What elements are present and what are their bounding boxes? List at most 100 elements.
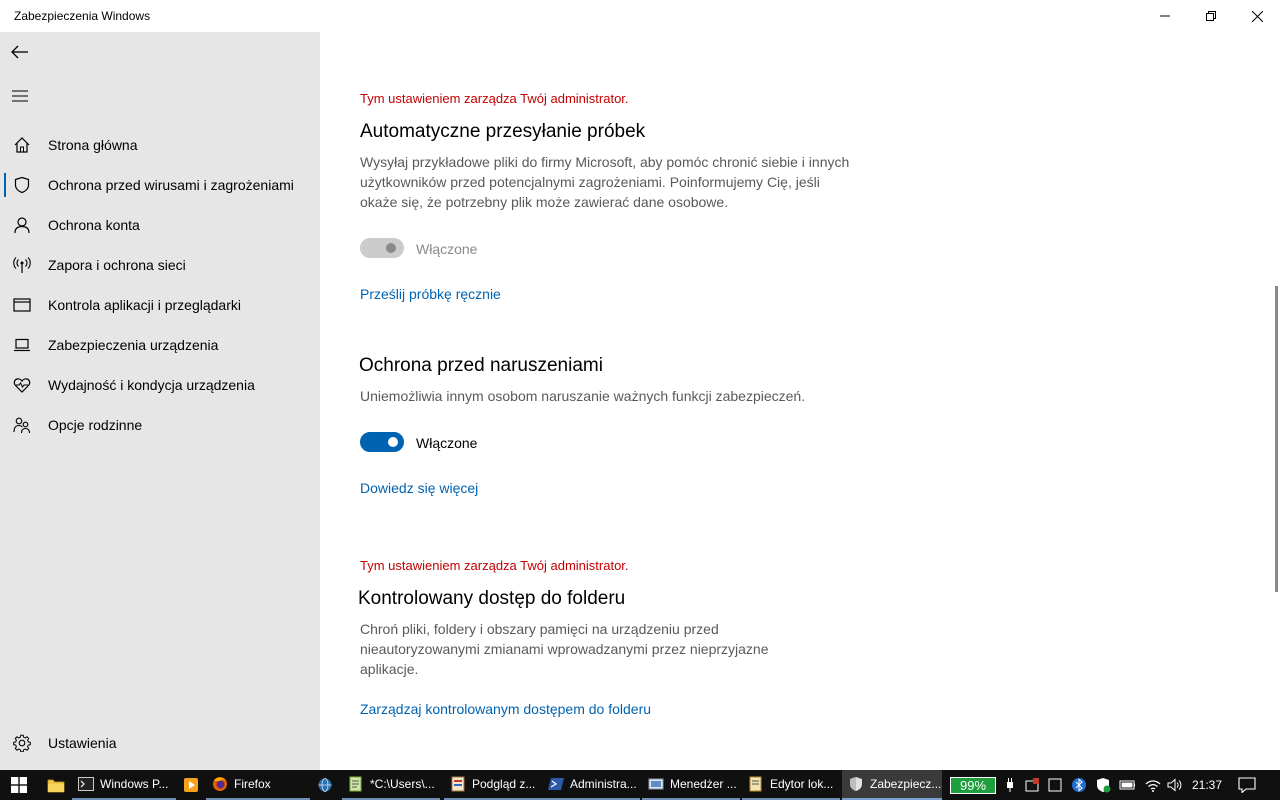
sidebar-item-label: Strona główna <box>48 137 138 153</box>
back-arrow-icon <box>11 45 28 59</box>
windows-logo-icon <box>11 777 27 793</box>
network-adapter-icon[interactable] <box>1024 777 1040 793</box>
pinned-app-taskbar-button[interactable] <box>314 770 336 800</box>
close-button[interactable] <box>1234 0 1280 32</box>
notepad-icon <box>349 776 362 792</box>
taskbar-app-label: Firefox <box>234 777 271 791</box>
title-bar: Zabezpieczenia Windows <box>0 0 1280 32</box>
sidebar-item-label: Zapora i ochrona sieci <box>48 257 186 273</box>
security-window: Zabezpieczenia Windows Strona główna Och… <box>0 0 1280 770</box>
start-button[interactable] <box>0 770 38 800</box>
restore-icon <box>1206 11 1216 21</box>
scrollbar-thumb[interactable] <box>1275 286 1278 592</box>
taskbar-app-windows-security[interactable]: Zabezpiecz... <box>842 770 942 800</box>
sidebar-item-home[interactable]: Strona główna <box>0 125 320 165</box>
hamburger-icon <box>12 90 28 102</box>
sidebar-item-app-browser-control[interactable]: Kontrola aplikacji i przeglądarki <box>0 285 320 325</box>
sidebar-item-label: Zabezpieczenia urządzenia <box>48 337 219 353</box>
notification-icon <box>1238 777 1256 793</box>
window-title: Zabezpieczenia Windows <box>14 9 151 23</box>
minimize-button[interactable] <box>1142 0 1188 32</box>
battery-indicator[interactable]: 99% <box>950 777 996 794</box>
terminal-icon <box>78 777 94 791</box>
taskbar-app-label: Windows P... <box>100 777 169 791</box>
battery-tray-icon[interactable] <box>1119 777 1135 793</box>
hamburger-menu-button[interactable] <box>8 84 32 108</box>
file-explorer-taskbar-button[interactable] <box>44 770 68 800</box>
taskbar-app-label: Menedżer ... <box>670 777 737 791</box>
admin-managed-note: Tym ustawieniem zarządza Twój administra… <box>360 91 629 106</box>
sample-submission-toggle-label: Włączone <box>416 241 478 257</box>
sidebar-item-virus-protection[interactable]: Ochrona przed wirusami i zagrożeniami <box>0 165 320 205</box>
sidebar-item-family-options[interactable]: Opcje rodzinne <box>0 405 320 445</box>
taskbar-app-label: Podgląd z... <box>472 777 536 791</box>
antenna-icon <box>12 255 32 275</box>
taskbar-app-local-editor[interactable]: Edytor lok... <box>742 770 840 800</box>
security-shield-icon <box>850 777 862 791</box>
clock[interactable]: 21:37 <box>1192 778 1222 792</box>
firefox-icon <box>213 777 227 791</box>
plug-icon[interactable] <box>1002 777 1018 793</box>
restore-button[interactable] <box>1188 0 1234 32</box>
sidebar-item-label: Ochrona przed wirusami i zagrożeniami <box>48 177 294 193</box>
taskbar-app-manager[interactable]: Menedżer ... <box>642 770 740 800</box>
sidebar-item-label: Opcje rodzinne <box>48 417 143 433</box>
gear-icon <box>12 733 32 753</box>
device-icon[interactable] <box>1047 777 1063 793</box>
bluetooth-icon[interactable] <box>1071 777 1087 793</box>
back-button[interactable] <box>8 40 32 64</box>
sidebar-item-label: Kontrola aplikacji i przeglądarki <box>48 297 241 313</box>
shield-icon <box>12 175 32 195</box>
taskbar: Windows P... Firefox *C:\Users\... Podgl… <box>0 770 1280 800</box>
taskbar-app-firefox[interactable]: Firefox <box>206 770 310 800</box>
minimize-icon <box>1160 15 1170 17</box>
tamper-protection-toggle-label: Włączone <box>416 435 478 451</box>
globe-icon <box>318 778 332 792</box>
home-icon <box>12 135 32 155</box>
sidebar-item-account-protection[interactable]: Ochrona konta <box>0 205 320 245</box>
controlled-folder-description: Chroń pliki, foldery i obszary pamięci n… <box>360 621 769 677</box>
manage-controlled-folder-link[interactable]: Zarządzaj kontrolowanym dostępem do fold… <box>360 701 651 717</box>
media-player-taskbar-button[interactable] <box>180 770 202 800</box>
sidebar-item-device-performance[interactable]: Wydajność i kondycja urządzenia <box>0 365 320 405</box>
taskbar-app-label: Zabezpiecz... <box>870 777 942 791</box>
toggle-knob <box>386 243 396 253</box>
notification-center-button[interactable] <box>1238 776 1256 794</box>
sample-submission-toggle[interactable] <box>360 238 404 258</box>
defender-tray-icon[interactable] <box>1095 777 1111 793</box>
volume-icon[interactable] <box>1167 777 1183 793</box>
sidebar-item-device-security[interactable]: Zabezpieczenia urządzenia <box>0 325 320 365</box>
wifi-icon[interactable] <box>1145 777 1161 793</box>
taskbar-app-event-viewer[interactable]: Podgląd z... <box>444 770 542 800</box>
learn-more-link[interactable]: Dowiedz się więcej <box>360 480 478 496</box>
editor-icon <box>749 776 762 792</box>
event-viewer-icon <box>451 776 465 792</box>
main-content: Tym ustawieniem zarządza Twój administra… <box>320 32 1280 770</box>
sidebar-item-label: Wydajność i kondycja urządzenia <box>48 377 255 393</box>
submit-sample-manually-link[interactable]: Prześlij próbkę ręcznie <box>360 286 501 302</box>
sidebar-item-label: Ochrona konta <box>48 217 140 233</box>
controlled-folder-title: Kontrolowany dostęp do folderu <box>358 588 626 609</box>
taskbar-app-administrator-powershell[interactable]: Administra... <box>542 770 640 800</box>
taskbar-app-label: Administra... <box>570 777 637 791</box>
sidebar-item-settings[interactable]: Ustawienia <box>0 723 320 763</box>
tamper-protection-title: Ochrona przed naruszeniami <box>359 355 603 376</box>
powershell-icon <box>548 778 564 790</box>
laptop-icon <box>12 335 32 355</box>
taskbar-app-windows-powershell[interactable]: Windows P... <box>72 770 176 800</box>
sample-submission-description: Wysyłaj przykładowe pliki do firmy Micro… <box>360 154 850 210</box>
admin-managed-note: Tym ustawieniem zarządza Twój administra… <box>360 558 629 573</box>
app-window-icon <box>12 295 32 315</box>
taskbar-app-label: Edytor lok... <box>770 777 834 791</box>
media-player-icon <box>184 778 198 792</box>
family-icon <box>12 415 32 435</box>
sidebar-item-firewall[interactable]: Zapora i ochrona sieci <box>0 245 320 285</box>
sidebar: Strona główna Ochrona przed wirusami i z… <box>0 32 320 770</box>
tamper-protection-toggle[interactable] <box>360 432 404 452</box>
taskbar-app-notepad[interactable]: *C:\Users\... <box>342 770 440 800</box>
folder-icon <box>47 779 65 793</box>
close-icon <box>1251 10 1263 22</box>
manager-icon <box>648 778 664 790</box>
tamper-protection-description: Uniemożliwia innym osobom naruszanie waż… <box>360 388 806 404</box>
taskbar-app-label: *C:\Users\... <box>370 777 435 791</box>
